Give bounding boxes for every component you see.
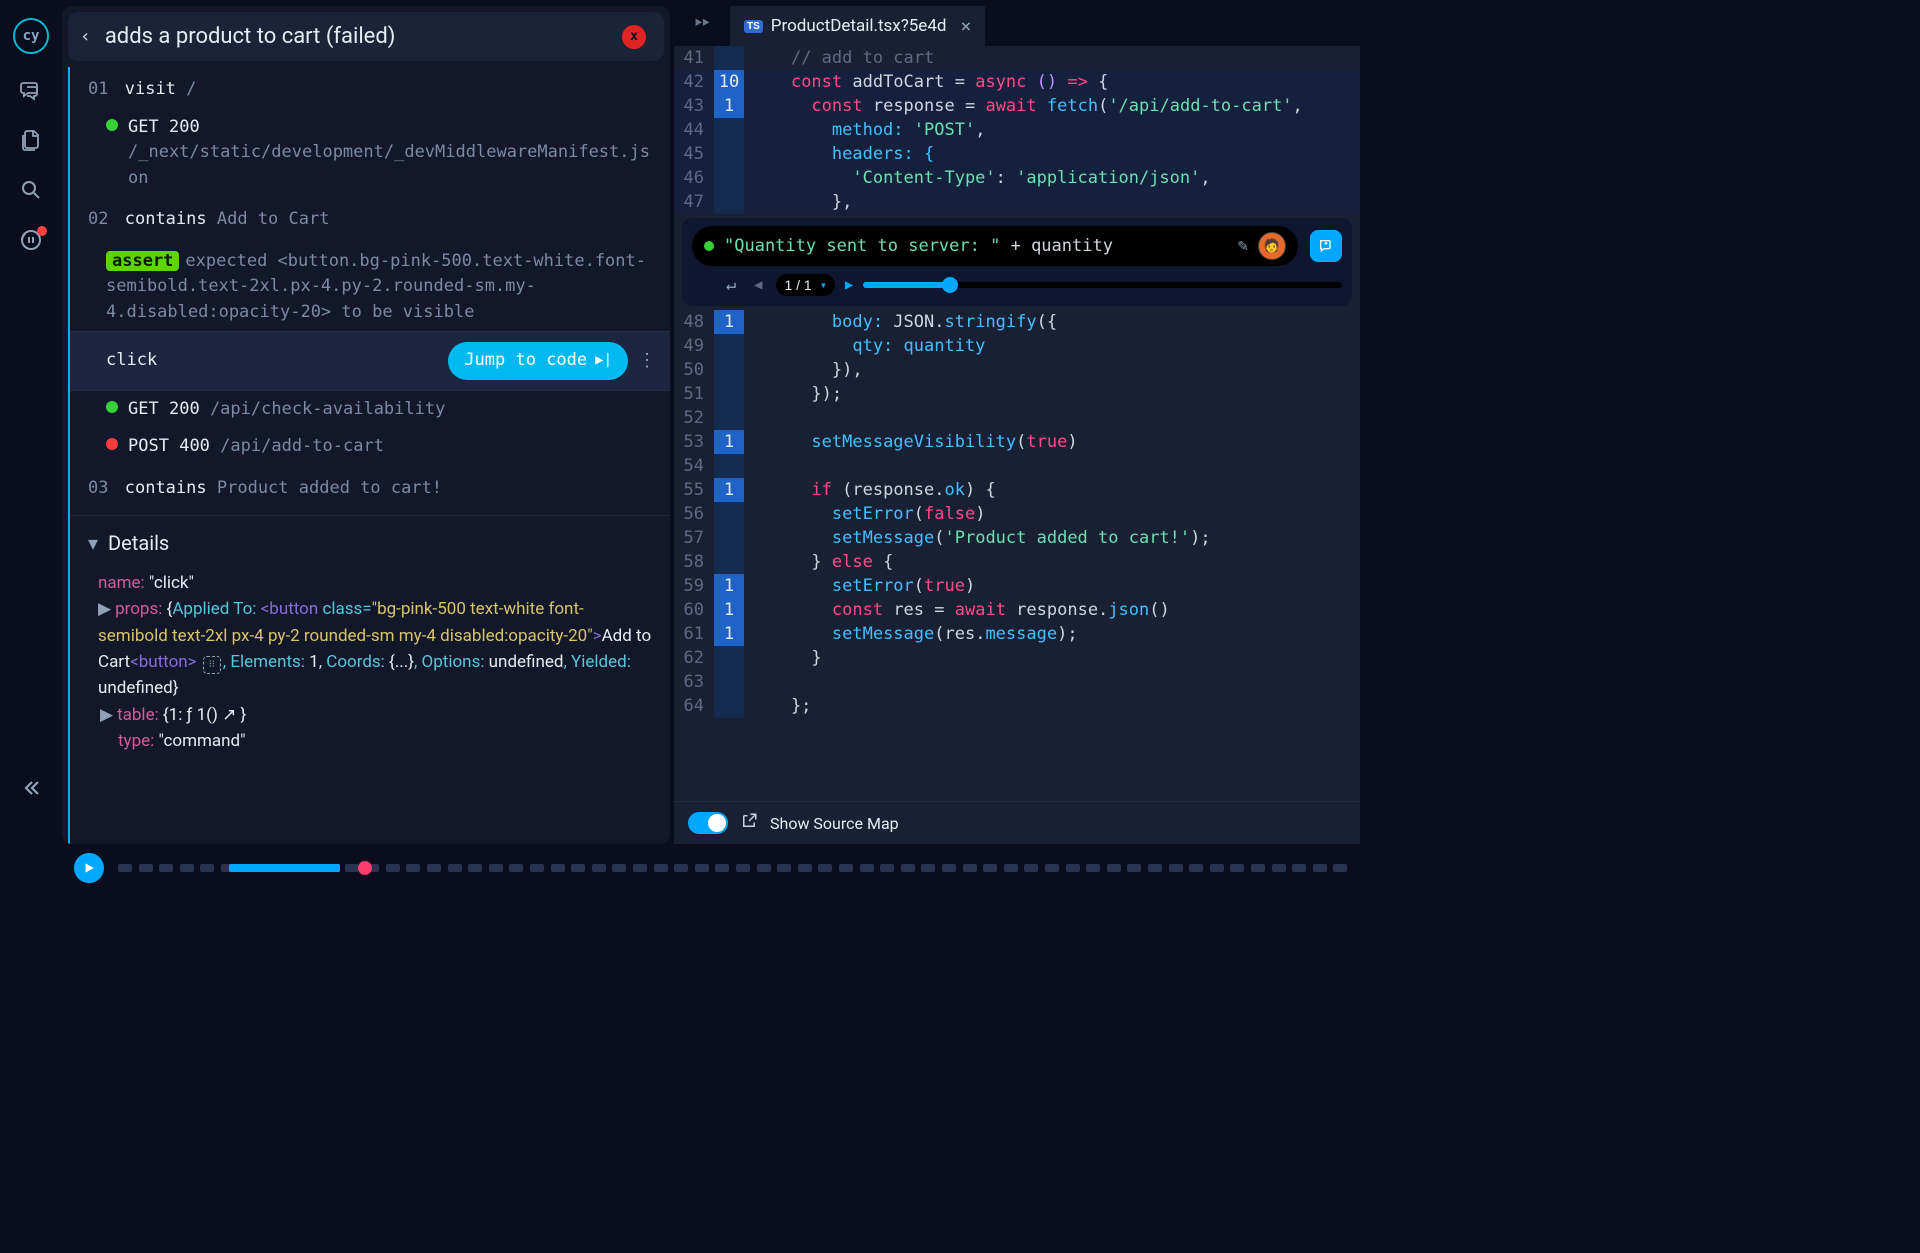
fail-badge[interactable]: x [622, 25, 646, 49]
collapse-icon[interactable] [17, 774, 45, 802]
command-row[interactable]: 02 contains Add to Cart [70, 197, 670, 239]
jump-to-code-button[interactable]: Jump to code▶| [448, 342, 628, 380]
selector-icon[interactable]: ⁝⁝ [203, 656, 221, 674]
notification-dot [37, 226, 47, 236]
command-log-body: 01 visit / GET 200 /_next/static/develop… [68, 67, 670, 844]
back-icon[interactable]: ‹ [80, 26, 91, 47]
edit-icon[interactable]: ✎ [1238, 236, 1248, 256]
add-log-button[interactable] [1310, 230, 1342, 262]
jump-icon: ▶| [595, 350, 612, 371]
caret-down-icon: ▾ [88, 528, 98, 558]
code-editor[interactable]: 41 // add to cart4210 const addToCart = … [674, 46, 1360, 801]
expression-text: "Quantity sent to server: " + quantity [724, 236, 1113, 256]
expression-pill[interactable]: "Quantity sent to server: " + quantity ✎… [692, 226, 1298, 266]
timeline-track[interactable] [118, 864, 1354, 872]
test-title: adds a product to cart (failed) [105, 24, 396, 49]
prev-nav-icon[interactable]: ◀ [750, 277, 766, 293]
command-row[interactable]: 03 contains Product added to cart! [70, 466, 670, 508]
expand-triangle-icon[interactable]: ▶ [98, 599, 111, 619]
click-row[interactable]: click Jump to code▶| ⋮ [70, 331, 670, 391]
page-nav: 1 / 1 ▾ [776, 274, 834, 296]
side-rail: cy [0, 0, 62, 892]
play-button[interactable] [74, 853, 104, 883]
ts-badge: TS [744, 20, 763, 33]
close-tab-icon[interactable]: × [954, 16, 971, 37]
open-external-icon[interactable] [740, 812, 758, 834]
replay-icon[interactable] [17, 226, 45, 254]
search-icon[interactable] [17, 176, 45, 204]
chat-icon[interactable] [17, 76, 45, 104]
status-dot-green [106, 401, 118, 413]
editor-footer: Show Source Map [674, 801, 1360, 844]
timeline-scrubber [62, 844, 1366, 892]
assert-row[interactable]: assertexpected <button.bg-pink-500.text-… [70, 239, 670, 332]
command-row[interactable]: 01 visit / [70, 67, 670, 109]
click-label: click [106, 348, 157, 374]
log-row-post-cart[interactable]: POST 400 /api/add-to-cart [70, 428, 670, 466]
command-log-panel: ‹ adds a product to cart (failed) x 01 v… [62, 6, 670, 844]
cypress-logo: cy [13, 18, 49, 54]
slider-thumb[interactable] [942, 277, 958, 293]
timeline-marker[interactable] [358, 861, 372, 875]
status-dot-green [704, 241, 714, 251]
code-panel: TS ProductDetail.tsx?5e4d × 41 // add to… [674, 6, 1360, 844]
more-icon[interactable]: ⋮ [638, 358, 656, 364]
files-icon[interactable] [17, 126, 45, 154]
log-row-get-manifest[interactable]: GET 200 /_next/static/development/_devMi… [70, 109, 670, 198]
source-map-label: Show Source Map [770, 814, 899, 833]
avatar: 🧑 [1258, 232, 1286, 260]
expand-triangle-icon[interactable]: ▶ [100, 705, 113, 725]
assert-pill: assert [106, 251, 179, 271]
test-header: ‹ adds a product to cart (failed) x [68, 12, 664, 61]
tab-filename: ProductDetail.tsx?5e4d [771, 16, 947, 36]
return-icon: ↵ [722, 275, 740, 295]
dropdown-icon[interactable]: ▾ [820, 278, 827, 292]
value-slider[interactable] [863, 282, 1342, 288]
details-body: name: "click" ▶props: {Applied To: <butt… [70, 570, 670, 768]
status-dot-red [106, 438, 118, 450]
log-row-get-avail[interactable]: GET 200 /api/check-availability [70, 391, 670, 429]
status-dot-green [106, 119, 118, 131]
editor-tab[interactable]: TS ProductDetail.tsx?5e4d × [730, 6, 985, 46]
play-next-icon[interactable]: ▶ [845, 277, 853, 293]
details-header[interactable]: ▾ Details [70, 516, 670, 570]
source-map-toggle[interactable] [688, 812, 728, 834]
editor-tabs: TS ProductDetail.tsx?5e4d × [674, 6, 1360, 46]
page-indicator: 1 / 1 [784, 277, 811, 293]
console-log-insert: "Quantity sent to server: " + quantity ✎… [682, 218, 1352, 306]
tab-nav-icon[interactable] [674, 6, 730, 46]
